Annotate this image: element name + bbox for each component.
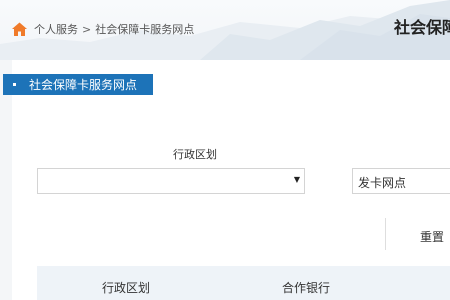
header-banner: 个人服务 > 社会保障卡服务网点 社会保障 bbox=[0, 0, 450, 60]
section-tag-label: 社会保障卡服务网点 bbox=[29, 78, 138, 92]
reset-button[interactable]: 重置 bbox=[420, 228, 444, 245]
outlet-input[interactable]: 发卡网点 bbox=[352, 168, 450, 194]
breadcrumb: 个人服务 > 社会保障卡服务网点 bbox=[11, 19, 194, 39]
divider bbox=[385, 218, 386, 250]
home-icon[interactable] bbox=[11, 21, 28, 38]
column-header-region[interactable]: 行政区划 bbox=[102, 279, 150, 296]
breadcrumb-item-card-outlets[interactable]: 社会保障卡服务网点 bbox=[95, 21, 194, 37]
dropdown-arrow-icon[interactable]: ▼ bbox=[294, 175, 300, 184]
bullet-icon bbox=[13, 83, 16, 86]
region-label: 行政区划 bbox=[173, 148, 217, 161]
column-header-bank[interactable]: 合作银行 bbox=[282, 279, 330, 296]
breadcrumb-item-personal-services[interactable]: 个人服务 bbox=[34, 21, 78, 37]
section-tag: 社会保障卡服务网点 bbox=[3, 74, 153, 95]
page-header-title: 社会保障 bbox=[394, 18, 450, 37]
left-gutter bbox=[0, 60, 12, 300]
table-header bbox=[37, 266, 450, 300]
page: 个人服务 > 社会保障卡服务网点 社会保障 社会保障卡服务网点 行政区划 ▼ 发… bbox=[0, 0, 450, 300]
breadcrumb-separator: > bbox=[82, 22, 92, 36]
region-select[interactable]: ▼ bbox=[37, 168, 305, 194]
